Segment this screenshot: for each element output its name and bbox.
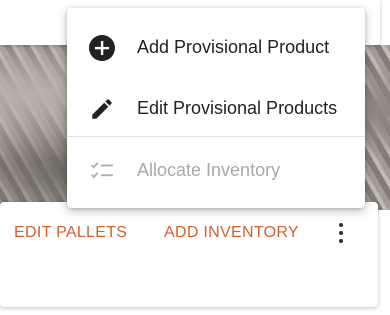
menu-item-edit-provisional-products[interactable]: Edit Provisional Products <box>67 82 365 134</box>
menu-item-add-provisional-product[interactable]: Add Provisional Product <box>67 21 365 73</box>
menu-divider <box>67 136 365 137</box>
more-vert-icon-dot <box>339 239 343 243</box>
menu-item-label: Edit Provisional Products <box>137 98 338 118</box>
add-inventory-button[interactable]: ADD INVENTORY <box>164 224 299 242</box>
checklist-icon <box>89 158 115 184</box>
menu-item-label: Add Provisional Product <box>137 37 330 57</box>
menu-item-allocate-inventory: Allocate Inventory <box>67 144 365 196</box>
more-vert-icon-dot <box>339 231 343 235</box>
more-options-button[interactable] <box>330 220 352 246</box>
edit-pallets-button[interactable]: EDIT PALLETS <box>14 224 127 242</box>
add-circle-icon <box>89 35 115 61</box>
menu-item-label: Allocate Inventory <box>137 160 281 180</box>
action-card: EDIT PALLETS ADD INVENTORY <box>0 202 378 307</box>
more-vert-icon <box>339 223 343 227</box>
pencil-icon <box>89 96 115 122</box>
overflow-menu: Add Provisional Product Edit Provisional… <box>67 8 365 208</box>
